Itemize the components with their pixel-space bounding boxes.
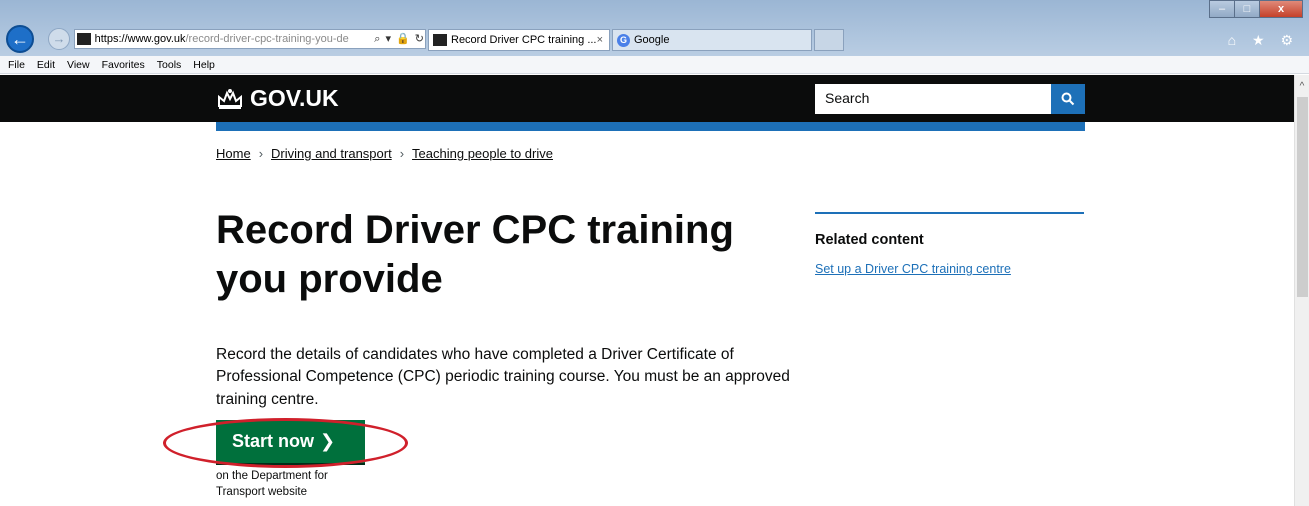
search-icon [1061, 92, 1075, 106]
minimize-button[interactable]: – [1209, 0, 1235, 18]
breadcrumb: Home › Driving and transport › Teaching … [216, 146, 553, 161]
browser-chrome: ← → https://www.gov.uk /record-driver-cp… [0, 0, 1309, 56]
menu-favorites[interactable]: Favorites [102, 59, 145, 71]
tab-close-icon[interactable]: × [597, 34, 603, 46]
maximize-button[interactable]: □ [1234, 0, 1260, 18]
related-content-heading: Related content [815, 232, 924, 248]
menu-file[interactable]: File [8, 59, 25, 71]
home-favorites-settings-icons[interactable]: ⌂ ★ ⚙ [1228, 32, 1299, 49]
header-blue-bar [216, 122, 1085, 131]
crown-favicon-icon [433, 34, 447, 46]
department-note: on the Department for Transport website [216, 470, 328, 499]
breadcrumb-driving-and-transport[interactable]: Driving and transport [271, 146, 392, 161]
menu-edit[interactable]: Edit [37, 59, 55, 71]
scrollbar[interactable]: ^ [1294, 75, 1309, 506]
annotation-highlight-oval [163, 418, 408, 468]
menu-tools[interactable]: Tools [157, 59, 182, 71]
search-input[interactable]: Search [815, 84, 1051, 114]
google-favicon-icon: G [617, 33, 630, 47]
url-host: https://www.gov.uk [94, 33, 186, 45]
chevron-right-icon: › [258, 146, 264, 161]
related-divider [815, 212, 1084, 214]
crown-icon [218, 88, 242, 109]
back-button[interactable]: ← [6, 25, 34, 53]
close-window-button[interactable]: x [1259, 0, 1303, 18]
address-bar[interactable]: https://www.gov.uk /record-driver-cpc-tr… [74, 29, 426, 49]
menu-bar: File Edit View Favorites Tools Help [0, 56, 1309, 74]
govuk-logo[interactable]: GOV.UK [216, 85, 339, 112]
related-link-set-up-training-centre[interactable]: Set up a Driver CPC training centre [815, 262, 1011, 276]
menu-view[interactable]: View [67, 59, 90, 71]
menu-help[interactable]: Help [193, 59, 215, 71]
chevron-right-icon: › [399, 146, 405, 161]
url-path: /record-driver-cpc-training-you-de [185, 33, 349, 45]
lead-paragraph: Record the details of candidates who hav… [216, 346, 790, 408]
address-tools[interactable]: ⌕ ▾ 🔒 ↻ [374, 32, 425, 46]
crown-favicon-icon [77, 33, 91, 45]
breadcrumb-teaching-people-to-drive[interactable]: Teaching people to drive [412, 146, 553, 161]
scroll-thumb[interactable] [1297, 97, 1308, 297]
forward-button[interactable]: → [48, 28, 70, 50]
tab-label: Google [634, 34, 670, 46]
new-tab-button[interactable] [814, 29, 844, 51]
logo-text: GOV.UK [250, 85, 339, 111]
page-title: Record Driver CPC training you provide [216, 208, 734, 301]
breadcrumb-home[interactable]: Home [216, 146, 251, 161]
search-button[interactable] [1051, 84, 1085, 114]
tab-label: Record Driver CPC training ... [451, 34, 597, 46]
scroll-up-icon[interactable]: ^ [1295, 81, 1309, 92]
tab-google[interactable]: G Google [612, 29, 812, 51]
govuk-header: GOV.UK Search [0, 75, 1294, 122]
tab-record-driver-cpc[interactable]: Record Driver CPC training ... × [428, 29, 610, 51]
